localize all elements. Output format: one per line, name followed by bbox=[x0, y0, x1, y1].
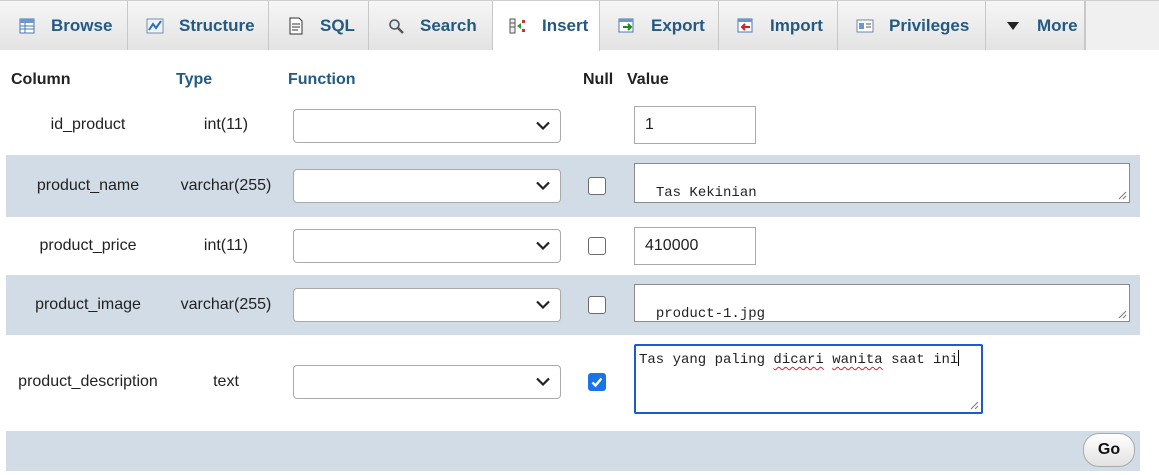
go-button[interactable]: Go bbox=[1083, 433, 1135, 467]
column-name: product_price bbox=[39, 237, 137, 254]
column-header-value: Value bbox=[627, 71, 669, 88]
value-input[interactable]: 410000 bbox=[634, 227, 756, 265]
tab-privileges[interactable]: Privileges bbox=[838, 1, 986, 50]
import-icon bbox=[736, 16, 756, 36]
spellcheck-word: wanita bbox=[832, 352, 883, 368]
search-icon bbox=[386, 16, 406, 36]
column-name: product_image bbox=[35, 296, 141, 313]
value-text: Tas Kekinian bbox=[655, 185, 757, 201]
privileges-icon bbox=[855, 16, 875, 36]
chevron-down-icon bbox=[536, 121, 550, 131]
chevron-down-icon bbox=[536, 377, 550, 387]
function-select[interactable] bbox=[293, 288, 561, 322]
column-header-type[interactable]: Type bbox=[176, 71, 212, 95]
tab-label: More bbox=[1037, 15, 1078, 35]
tab-label: Export bbox=[651, 15, 705, 35]
column-type: text bbox=[213, 373, 239, 390]
value-input[interactable]: 1 bbox=[634, 106, 756, 144]
structure-icon bbox=[145, 16, 165, 36]
value-textarea[interactable]: Tas yang paling dicari wanita saat ini bbox=[634, 344, 983, 414]
function-select[interactable] bbox=[293, 169, 561, 203]
sql-icon bbox=[286, 16, 306, 36]
tab-label: Search bbox=[420, 15, 477, 35]
column-header-null: Null bbox=[583, 71, 614, 88]
column-name: product_description bbox=[18, 373, 158, 390]
tab-label: SQL bbox=[320, 15, 355, 35]
null-checkbox[interactable] bbox=[588, 373, 606, 391]
tab-import[interactable]: Import bbox=[719, 1, 838, 50]
tab-bar-filler bbox=[1085, 1, 1159, 50]
tab-label: Insert bbox=[542, 16, 589, 35]
tab-browse[interactable]: Browse bbox=[0, 1, 128, 50]
table-icon bbox=[17, 16, 37, 36]
null-checkbox[interactable] bbox=[588, 177, 606, 195]
value-textarea[interactable]: product-1.jpg bbox=[634, 284, 1130, 322]
resize-grip-icon[interactable] bbox=[1118, 191, 1127, 200]
resize-grip-icon[interactable] bbox=[1118, 310, 1127, 319]
tab-label: Browse bbox=[51, 15, 113, 35]
column-name: product_name bbox=[36, 177, 140, 194]
tab-bar: Browse Structure SQL Search Insert Expor… bbox=[0, 0, 1159, 51]
text-caret bbox=[958, 350, 960, 366]
column-type: int(11) bbox=[203, 237, 249, 254]
checkmark-icon bbox=[591, 377, 603, 388]
tab-export[interactable]: Export bbox=[600, 1, 719, 50]
column-type: varchar(255) bbox=[180, 296, 272, 313]
form-footer bbox=[6, 431, 1140, 471]
tab-insert[interactable]: Insert bbox=[493, 1, 600, 51]
chevron-down-icon bbox=[536, 241, 550, 251]
spellcheck-word: dicari bbox=[773, 352, 824, 368]
export-icon bbox=[617, 16, 637, 36]
chevron-down-icon bbox=[536, 181, 550, 191]
column-type: varchar(255) bbox=[180, 177, 272, 194]
function-select[interactable] bbox=[293, 365, 561, 399]
null-checkbox[interactable] bbox=[588, 237, 606, 255]
null-checkbox[interactable] bbox=[588, 296, 606, 314]
value-textarea[interactable]: Tas Kekinian bbox=[634, 163, 1130, 203]
function-select[interactable] bbox=[293, 229, 561, 263]
tab-label: Import bbox=[770, 15, 823, 35]
chevron-down-icon bbox=[536, 300, 550, 310]
column-header-function[interactable]: Function bbox=[288, 71, 356, 95]
value-text: product-1.jpg bbox=[655, 306, 766, 322]
tab-more[interactable]: More bbox=[986, 1, 1085, 50]
triangle-down-icon bbox=[1003, 16, 1023, 36]
function-select[interactable] bbox=[293, 109, 561, 143]
column-header-column: Column bbox=[11, 71, 71, 88]
column-type: int(11) bbox=[203, 116, 249, 133]
tab-search[interactable]: Search bbox=[369, 1, 493, 50]
column-name: id_product bbox=[50, 116, 126, 133]
tab-label: Structure bbox=[179, 15, 255, 35]
tab-structure[interactable]: Structure bbox=[128, 1, 269, 50]
resize-grip-icon[interactable] bbox=[970, 401, 979, 410]
insert-icon bbox=[508, 16, 528, 36]
value-text: Tas yang paling dicari wanita saat ini bbox=[639, 350, 960, 368]
tab-sql[interactable]: SQL bbox=[269, 1, 369, 50]
tab-label: Privileges bbox=[889, 15, 970, 35]
